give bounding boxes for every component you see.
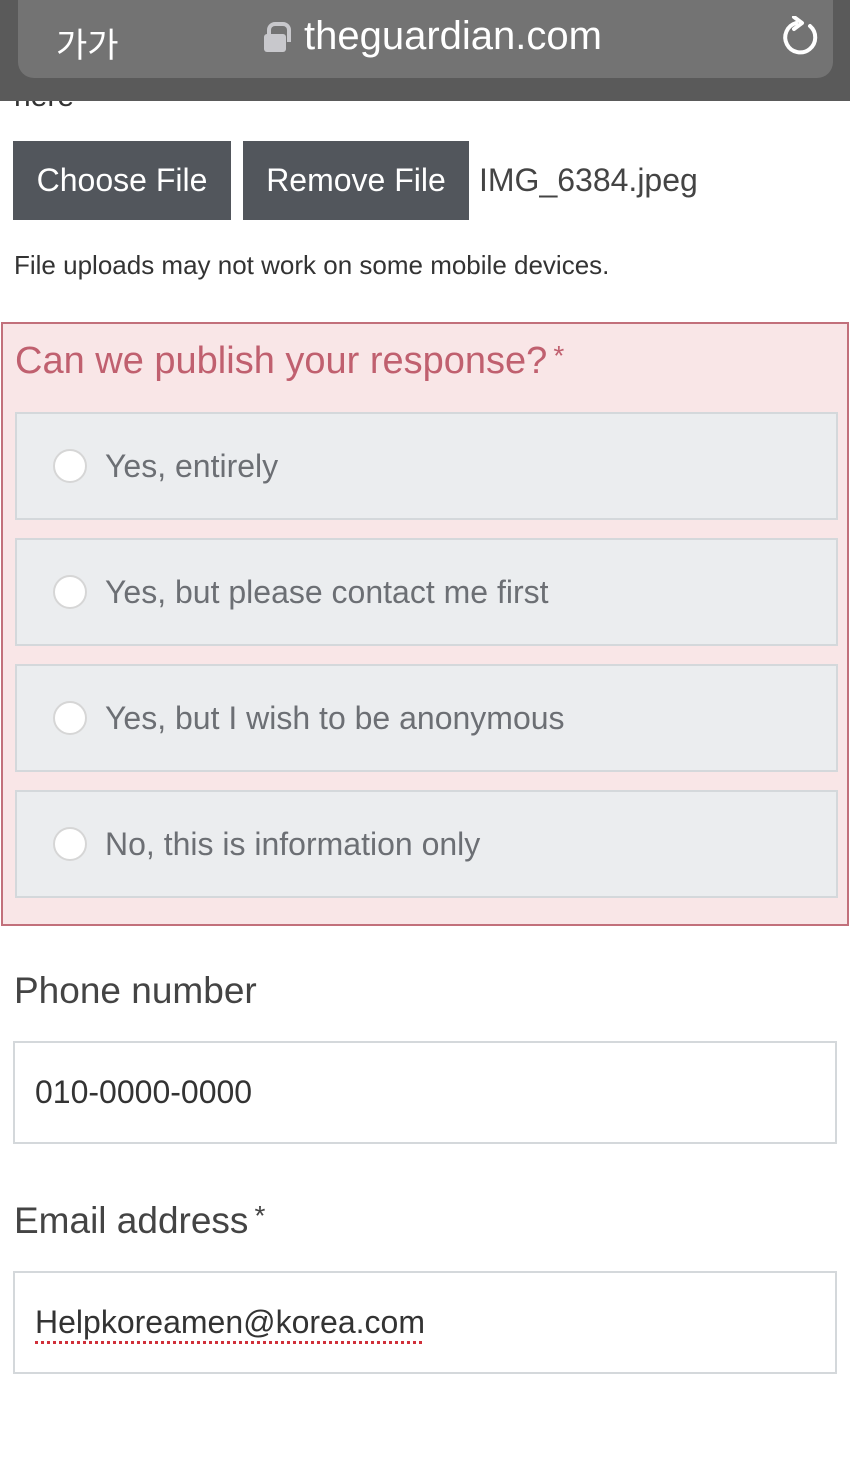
browser-toolbar: 가가 theguardian.com xyxy=(0,0,850,101)
reload-icon[interactable] xyxy=(780,16,822,58)
phone-value: 010-0000-0000 xyxy=(35,1074,253,1110)
radio-button[interactable] xyxy=(53,449,87,483)
option-label: No, this is information only xyxy=(105,825,481,862)
remove-file-button[interactable]: Remove File xyxy=(243,141,469,220)
required-marker: * xyxy=(553,340,565,371)
publish-option[interactable]: Yes, entirely xyxy=(15,412,838,520)
phone-label: Phone number xyxy=(14,970,257,1011)
text-size-button[interactable]: 가가 xyxy=(56,18,119,67)
radio-button[interactable] xyxy=(53,575,87,609)
choose-file-button[interactable]: Choose File xyxy=(13,141,231,220)
question-text: Can we publish your response? xyxy=(15,340,548,382)
address-bar[interactable]: 가가 theguardian.com xyxy=(18,0,833,78)
publish-fieldset: Can we publish your response? * Yes, enti… xyxy=(1,322,849,926)
upload-note: File uploads may not work on some mobile… xyxy=(14,250,610,280)
option-label: Yes, but I wish to be anonymous xyxy=(105,699,565,736)
radio-button[interactable] xyxy=(53,827,87,861)
option-label: Yes, entirely xyxy=(105,447,279,484)
selected-filename: IMG_6384.jpeg xyxy=(479,162,698,198)
email-label-text: Email address xyxy=(14,1200,249,1241)
lock-icon xyxy=(264,21,291,52)
publish-option[interactable]: No, this is information only xyxy=(15,790,838,898)
publish-option[interactable]: Yes, but please contact me first xyxy=(15,538,838,646)
radio-button[interactable] xyxy=(53,701,87,735)
email-value: Helpkoreamen@korea.com xyxy=(35,1304,425,1340)
phone-input[interactable]: 010-0000-0000 xyxy=(13,1041,837,1144)
publish-question: Can we publish your response? * xyxy=(15,340,564,383)
url-display[interactable]: theguardian.com xyxy=(264,14,602,59)
required-marker: * xyxy=(254,1200,266,1231)
email-label: Email address * xyxy=(14,1200,265,1242)
publish-option[interactable]: Yes, but I wish to be anonymous xyxy=(15,664,838,772)
email-input[interactable]: Helpkoreamen@korea.com xyxy=(13,1271,837,1374)
option-label: Yes, but please contact me first xyxy=(105,573,549,610)
url-text: theguardian.com xyxy=(304,14,602,58)
